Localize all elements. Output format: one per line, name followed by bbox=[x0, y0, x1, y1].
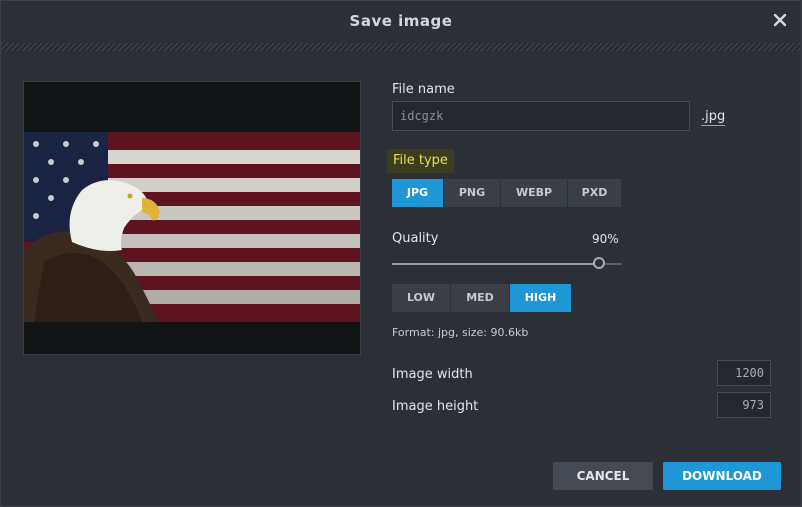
quality-slider-fill bbox=[392, 263, 599, 265]
dialog-titlebar: Save image bbox=[1, 1, 801, 43]
file-extension[interactable]: .jpg bbox=[701, 109, 726, 126]
dialog-title: Save image bbox=[349, 12, 453, 30]
quality-label: Quality bbox=[392, 231, 439, 246]
image-preview bbox=[23, 81, 361, 355]
cancel-button[interactable]: CANCEL bbox=[553, 462, 653, 490]
file-type-jpg[interactable]: JPG bbox=[392, 179, 444, 207]
quality-slider-thumb[interactable] bbox=[593, 257, 605, 269]
close-icon[interactable] bbox=[771, 11, 789, 29]
quality-preset-med[interactable]: MED bbox=[451, 284, 510, 312]
download-button[interactable]: DOWNLOAD bbox=[663, 462, 781, 490]
file-type-webp[interactable]: WEBP bbox=[501, 179, 568, 207]
file-type-selector: JPG PNG WEBP PXD bbox=[392, 179, 621, 207]
eagle-flag-image bbox=[24, 132, 360, 322]
titlebar-divider bbox=[1, 43, 801, 51]
quality-slider[interactable] bbox=[392, 257, 622, 269]
quality-preset-low[interactable]: LOW bbox=[392, 284, 451, 312]
image-height-label: Image height bbox=[392, 399, 479, 414]
quality-preset-high[interactable]: HIGH bbox=[510, 284, 571, 312]
format-info: Format: jpg, size: 90.6kb bbox=[392, 326, 529, 339]
file-name-label: File name bbox=[392, 82, 455, 97]
file-type-label: File type bbox=[387, 149, 454, 173]
quality-value: 90% bbox=[592, 232, 619, 246]
save-image-dialog: Save image File name idcgzk .jpg File ty… bbox=[0, 0, 802, 507]
file-type-pxd[interactable]: PXD bbox=[568, 179, 621, 207]
file-name-input[interactable] bbox=[392, 101, 690, 131]
image-width-input[interactable] bbox=[717, 360, 771, 386]
quality-preset-selector: LOW MED HIGH bbox=[392, 284, 571, 312]
image-width-label: Image width bbox=[392, 367, 473, 382]
file-type-png[interactable]: PNG bbox=[444, 179, 501, 207]
image-height-input[interactable] bbox=[717, 392, 771, 418]
